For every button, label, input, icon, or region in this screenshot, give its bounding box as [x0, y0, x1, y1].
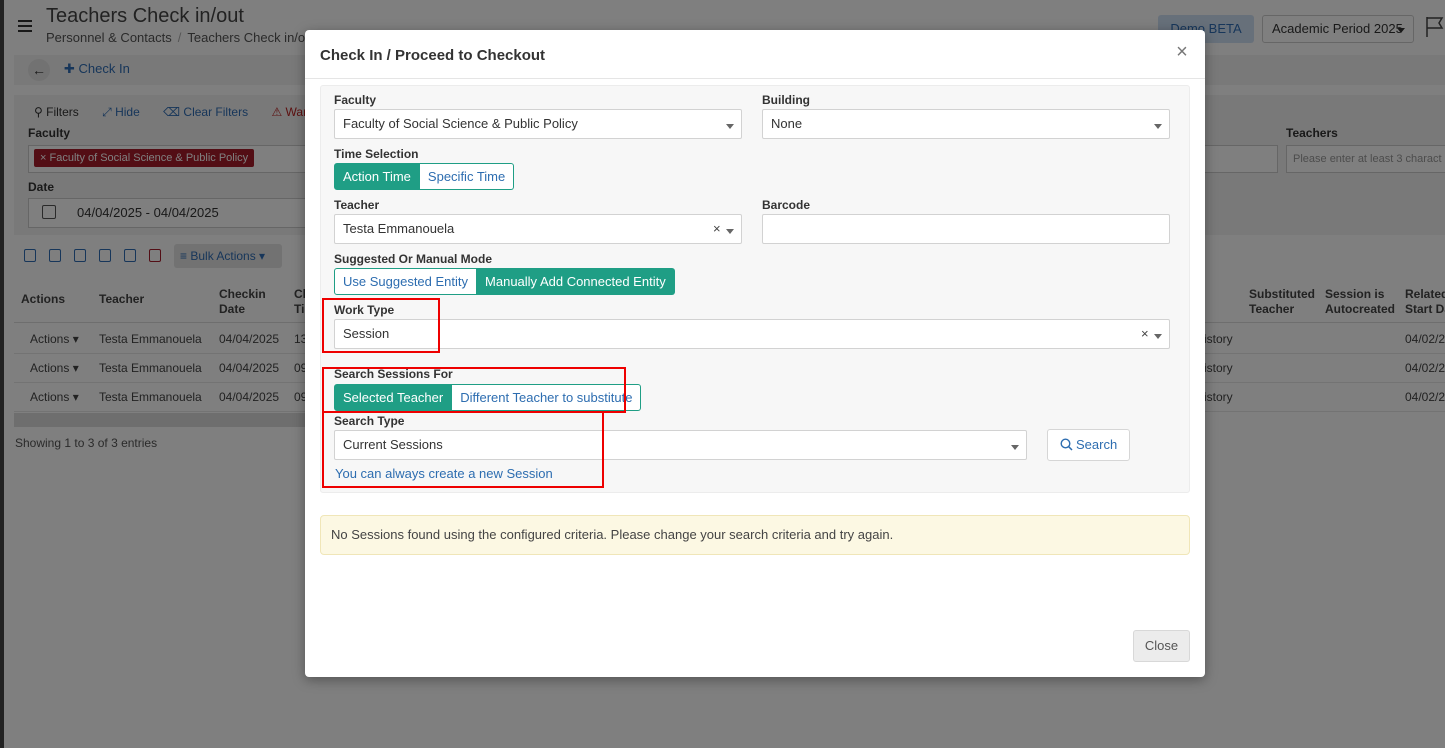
modal-header-divider	[305, 78, 1205, 79]
caret-down-icon	[726, 124, 734, 129]
close-icon[interactable]: ×	[1174, 42, 1190, 62]
specific-time-button[interactable]: Specific Time	[419, 163, 515, 190]
barcode-input[interactable]	[762, 214, 1170, 244]
caret-down-icon	[1154, 124, 1162, 129]
time-selection-toggle: Action Time Specific Time	[334, 163, 515, 190]
search-button[interactable]: Search	[1047, 429, 1131, 461]
teacher-value: Testa Emmanouela	[343, 221, 455, 236]
highlight-box-search-type	[322, 411, 604, 488]
highlight-box-search-sessions-for	[322, 367, 626, 413]
no-sessions-alert: No Sessions found using the configured c…	[320, 515, 1190, 555]
close-button[interactable]: Close	[1133, 630, 1190, 662]
teacher-select[interactable]: Testa Emmanouela ×	[334, 214, 742, 244]
caret-down-icon	[1154, 334, 1162, 339]
modal-title: Check In / Proceed to Checkout	[320, 47, 546, 64]
barcode-label: Barcode	[762, 198, 811, 212]
building-select[interactable]: None	[762, 109, 1170, 139]
faculty-label: Faculty	[334, 93, 377, 107]
faculty-value: Faculty of Social Science & Public Polic…	[343, 116, 578, 131]
work-type-select[interactable]: Session ×	[334, 319, 1170, 349]
manually-add-entity-button[interactable]: Manually Add Connected Entity	[477, 268, 675, 295]
building-label: Building	[762, 93, 810, 107]
mode-label: Suggested Or Manual Mode	[334, 252, 493, 266]
caret-down-icon	[726, 229, 734, 234]
mode-toggle: Use Suggested Entity Manually Add Connec…	[334, 268, 675, 295]
search-icon	[1060, 438, 1073, 451]
action-time-button[interactable]: Action Time	[334, 163, 420, 190]
search-button-label: Search	[1076, 437, 1118, 452]
time-selection-label: Time Selection	[334, 147, 419, 161]
building-value: None	[771, 116, 803, 131]
faculty-select[interactable]: Faculty of Social Science & Public Polic…	[334, 109, 742, 139]
highlight-box-work-type	[322, 298, 440, 353]
teacher-label: Teacher	[334, 198, 380, 212]
use-suggested-entity-button[interactable]: Use Suggested Entity	[334, 268, 478, 295]
clear-icon[interactable]: ×	[713, 215, 721, 243]
checkin-modal: Check In / Proceed to Checkout × Faculty…	[305, 30, 1205, 677]
clear-icon[interactable]: ×	[1141, 320, 1149, 348]
caret-down-icon	[1011, 445, 1019, 450]
